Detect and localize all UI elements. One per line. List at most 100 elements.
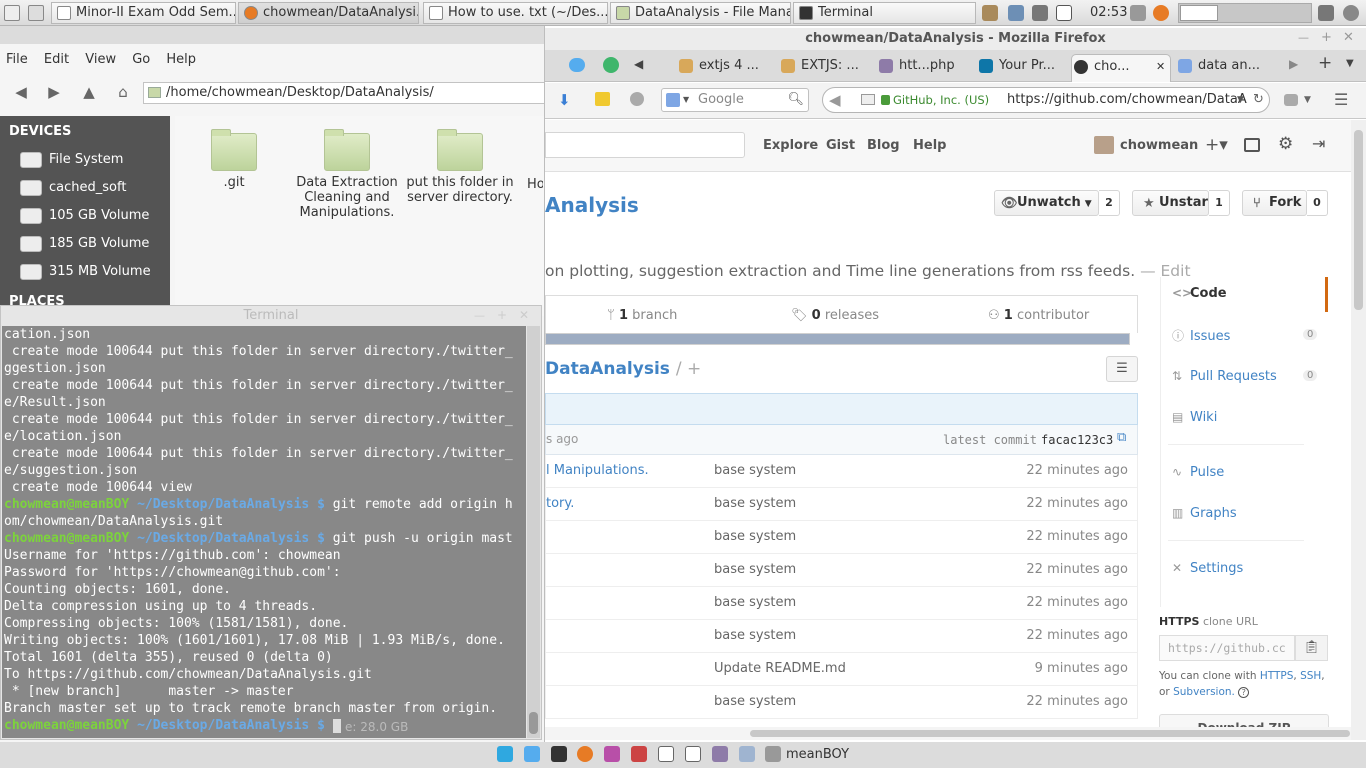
page-scrollbar[interactable] xyxy=(1351,120,1366,740)
file-row[interactable]: base system 22 minutes ago xyxy=(545,554,1138,587)
tools-icon[interactable] xyxy=(1318,5,1334,21)
menu-icon[interactable] xyxy=(4,5,20,21)
menu-go[interactable]: Go xyxy=(126,46,156,67)
close-tab-icon[interactable]: ✕ xyxy=(1156,55,1165,79)
close-icon[interactable]: ✕ xyxy=(1343,30,1354,45)
unstar-button[interactable]: ★ Unstar xyxy=(1132,190,1209,216)
tab-github[interactable]: cho... ✕ xyxy=(1071,54,1171,82)
branches-link[interactable]: ᛘ 1 branch xyxy=(607,308,677,323)
network-icon[interactable] xyxy=(1032,5,1048,21)
editor-icon[interactable] xyxy=(631,746,647,762)
menu-help[interactable]: Help xyxy=(160,46,202,67)
search-box[interactable]: ▼ Google 🔍︎ xyxy=(661,88,809,112)
nav-help[interactable]: Help xyxy=(913,138,946,153)
help-icon[interactable]: ? xyxy=(1238,687,1250,698)
fork-button[interactable]: ⑂ Fork xyxy=(1242,190,1307,216)
contributors-link[interactable]: ⚇ 1 contributor xyxy=(988,308,1089,323)
clone-svn-link[interactable]: Subversion. xyxy=(1173,686,1235,698)
reload-icon[interactable]: ↻ xyxy=(1253,88,1264,112)
scrollbar-thumb[interactable] xyxy=(529,712,538,734)
file-row[interactable]: base system 22 minutes ago xyxy=(545,521,1138,554)
terminal-icon[interactable] xyxy=(551,746,567,762)
hangouts-tab-icon[interactable] xyxy=(603,57,619,73)
chevron-down-icon[interactable]: ▼ xyxy=(1304,95,1311,105)
file-howto[interactable]: Ho xyxy=(527,177,543,192)
file-row[interactable]: base system 22 minutes ago xyxy=(545,686,1138,719)
side-nav-pull-requests[interactable]: ⇅ Pull Requests xyxy=(1172,369,1277,384)
folder-git[interactable]: .git xyxy=(174,129,294,190)
firefox-tray-icon[interactable] xyxy=(1153,5,1169,21)
device-105gb[interactable]: 105 GB Volume xyxy=(18,205,149,227)
menu-view[interactable]: View xyxy=(79,46,122,67)
commit-message[interactable]: base system xyxy=(714,587,796,619)
menu-file[interactable]: File xyxy=(0,46,34,67)
minimize-icon[interactable]: — xyxy=(1298,31,1309,44)
side-nav-settings[interactable]: ✕ Settings xyxy=(1172,561,1243,576)
task-file-manager[interactable]: DataAnalysis - File Mana... xyxy=(610,2,791,24)
clone-url-input[interactable]: https://github.cc xyxy=(1159,635,1295,661)
commit-message[interactable]: base system xyxy=(714,620,796,652)
battery-icon[interactable] xyxy=(1056,5,1072,21)
tab-data-analysis[interactable]: data an... xyxy=(1176,54,1276,82)
tab-linkedin[interactable]: Your Pr... xyxy=(977,54,1069,82)
url-bar[interactable]: ◀ GitHub, Inc. (US) https://github.com/c… xyxy=(822,87,1270,113)
tab-php[interactable]: htt...php xyxy=(877,54,975,82)
twitter-tab-icon[interactable] xyxy=(569,58,585,72)
user-link[interactable]: chowmean xyxy=(1120,138,1198,153)
forward-icon[interactable]: ▶ xyxy=(45,84,63,100)
scrollbar-thumb[interactable] xyxy=(750,730,1350,737)
commit-message[interactable]: base system xyxy=(714,686,796,718)
url-text[interactable]: https://github.com/chowmean/DataA xyxy=(1007,88,1247,112)
commit-message[interactable]: base system xyxy=(714,488,796,520)
inbox-icon[interactable] xyxy=(1244,138,1260,152)
up-icon[interactable]: ▲ xyxy=(80,84,98,100)
download-zip-button[interactable]: Download ZIP xyxy=(1159,714,1329,727)
computer-icon[interactable] xyxy=(739,746,755,762)
skype-icon[interactable] xyxy=(497,746,513,762)
nav-explore[interactable]: Explore xyxy=(763,138,818,153)
search-icon[interactable]: 🔍︎ xyxy=(787,89,804,111)
avatar[interactable] xyxy=(1094,136,1114,154)
twitter-client-icon[interactable] xyxy=(524,746,540,762)
stars-count[interactable]: 1 xyxy=(1209,190,1230,216)
spreadsheet-icon[interactable] xyxy=(685,746,701,762)
breadcrumb-repo[interactable]: DataAnalysis xyxy=(545,359,670,379)
side-nav-wiki[interactable]: ▤ Wiki xyxy=(1172,410,1217,425)
chevron-down-icon[interactable]: ▼ xyxy=(1237,88,1244,112)
copy-icon[interactable]: ⧉ xyxy=(1117,430,1126,445)
github-search-input[interactable] xyxy=(545,132,745,158)
unwatch-button[interactable]: 👁︎ Unwatch ▼ xyxy=(994,190,1099,216)
device-cached-soft[interactable]: cached_soft xyxy=(18,177,126,199)
show-desktop-icon[interactable] xyxy=(28,5,44,21)
chat-icon[interactable] xyxy=(604,746,620,762)
power-icon[interactable] xyxy=(1343,5,1359,21)
volume-icon[interactable] xyxy=(1130,5,1146,21)
repo-title[interactable]: Analysis xyxy=(545,193,639,217)
terminal-output[interactable]: cation.json create mode 100644 put this … xyxy=(2,326,526,738)
location-bar[interactable]: /home/chowmean/Desktop/DataAnalysis/ xyxy=(143,82,545,104)
minimize-icon[interactable]: — xyxy=(474,309,485,322)
addon-icon[interactable] xyxy=(630,92,644,106)
language-bar[interactable] xyxy=(545,333,1130,345)
device-185gb[interactable]: 185 GB Volume xyxy=(18,233,149,255)
task-terminal[interactable]: Terminal xyxy=(793,2,976,24)
releases-link[interactable]: 🏷︎ 0 releases xyxy=(791,308,879,323)
file-row[interactable]: Update README.md 9 minutes ago xyxy=(545,653,1138,686)
menu-edit[interactable]: Edit xyxy=(38,46,75,67)
clipboard-icon[interactable] xyxy=(982,5,998,21)
tab-extjs4[interactable]: extjs 4 ... xyxy=(677,54,777,82)
file-name[interactable]: tory. xyxy=(546,488,574,520)
file-row[interactable]: tory. base system 22 minutes ago xyxy=(545,488,1138,521)
close-icon[interactable]: ✕ xyxy=(519,308,529,322)
hamburger-menu-icon[interactable]: ☰ xyxy=(1334,90,1348,109)
clock[interactable]: 02:53 xyxy=(1090,5,1127,20)
page-info-icon[interactable] xyxy=(861,94,875,105)
site-identity[interactable]: GitHub, Inc. (US) xyxy=(893,88,989,112)
tab-scroll-left-icon[interactable]: ◀ xyxy=(634,57,643,71)
list-view-button[interactable]: ☰ xyxy=(1106,356,1138,382)
commit-hash[interactable]: facac123c3 xyxy=(1041,433,1113,447)
user-icon[interactable] xyxy=(765,746,781,762)
device-315mb[interactable]: 315 MB Volume xyxy=(18,261,151,283)
download-icon[interactable]: ⬇ xyxy=(558,91,571,109)
commit-message[interactable]: base system xyxy=(714,554,796,586)
